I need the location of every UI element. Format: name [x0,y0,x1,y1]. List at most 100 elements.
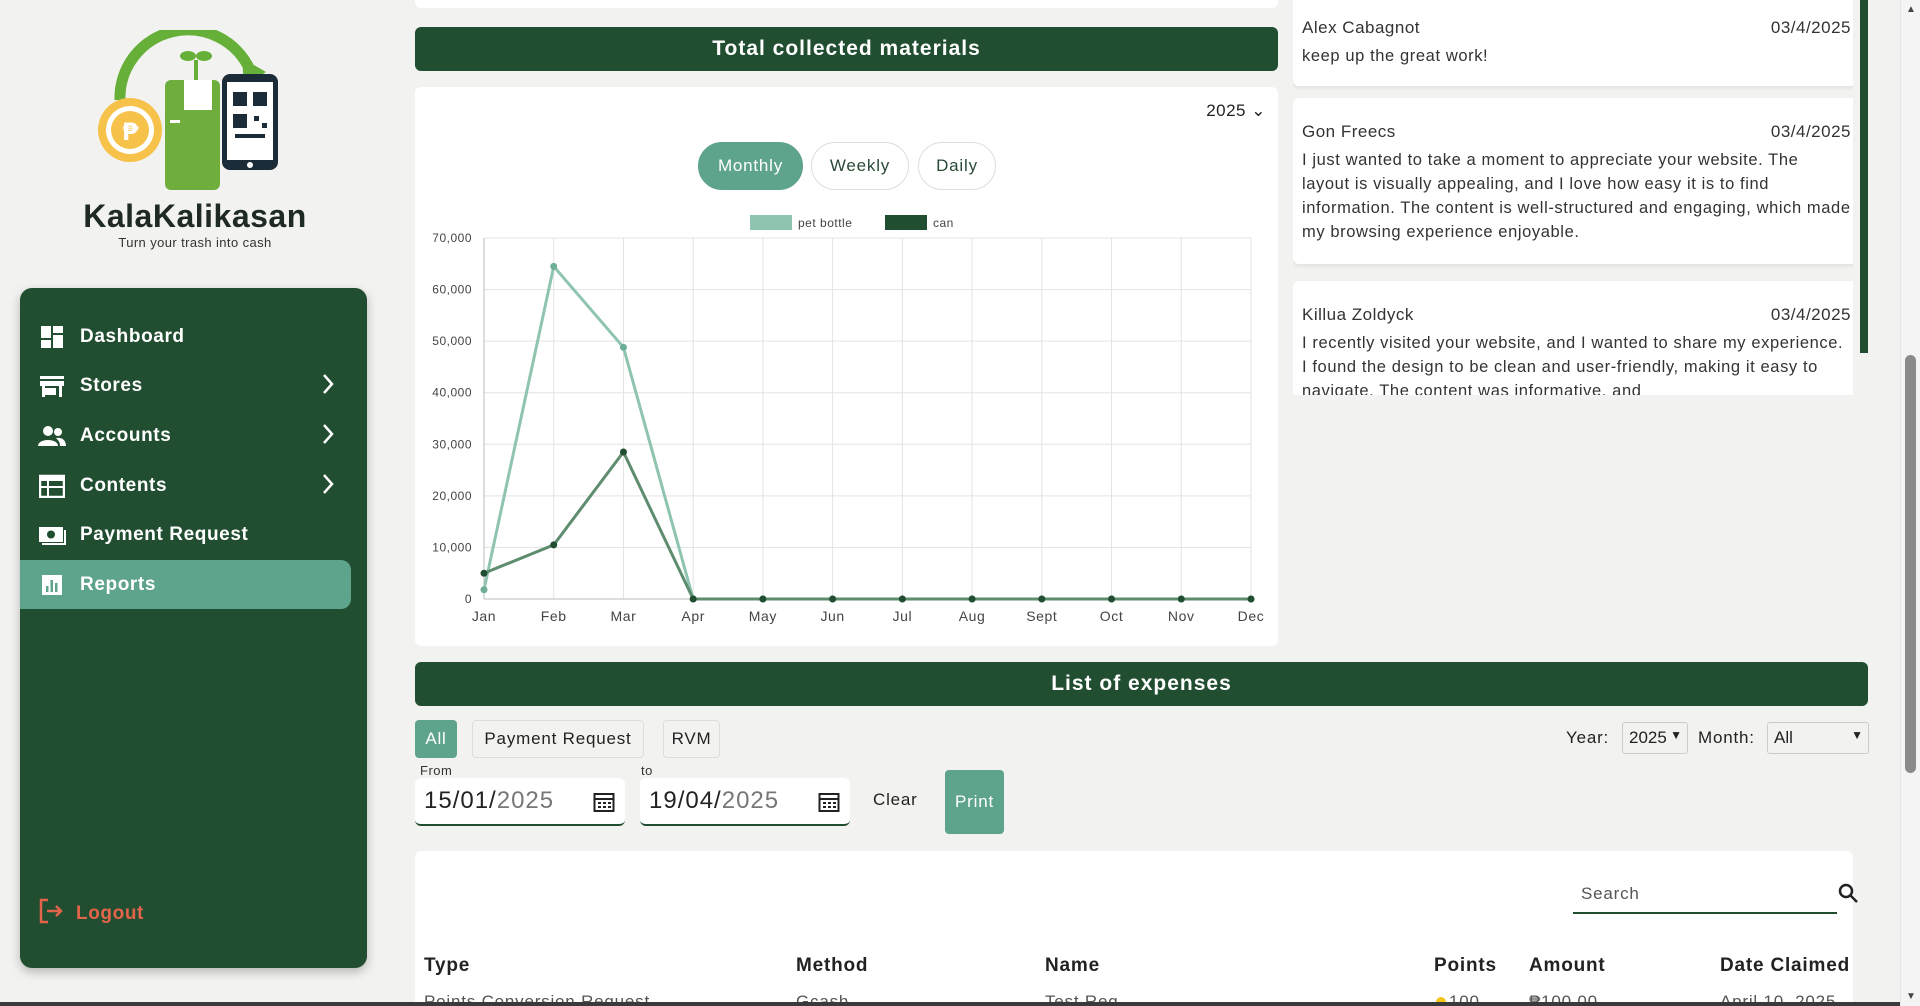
nav-item-contents[interactable]: Contents [20,461,351,510]
comments-scrollbar[interactable] [1860,0,1868,353]
data-point [1038,595,1046,603]
data-point [968,595,976,603]
nav-label: Accounts [80,424,172,446]
chevron-right-icon[interactable] [321,423,335,451]
comment-card: Alex Cabagnot 03/4/2025 keep up the great… [1293,0,1853,86]
data-point [1247,595,1255,603]
x-tick-label: Dec [1238,608,1265,624]
x-tick-label: Feb [541,608,567,624]
previous-card-edge [415,0,1278,8]
brand-tagline: Turn your trash into cash [118,235,272,250]
series-line-can [483,449,1251,601]
data-point [619,343,627,351]
data-point [480,569,488,577]
nav-panel: Dashboard Stores Accounts Contents Payme… [20,288,367,968]
comment-date: 03/4/2025 [1770,122,1851,141]
y-tick-label: 60,000 [432,283,472,297]
data-point [1108,595,1116,603]
chevron-down-icon: ▼ [1670,728,1682,742]
sidebar: ₱ KalaKalikasan Turn your trash into cas… [0,0,398,1006]
nav-item-stores[interactable]: Stores [20,361,351,410]
users-icon [38,422,66,450]
to-date-input[interactable]: 19/04/2025 [640,778,850,826]
series-line-pet-bottle [482,263,1251,601]
to-date-daymonth: 19/04/ [649,787,722,814]
from-date-daymonth: 15/01/ [424,787,497,814]
column-header-type[interactable]: Type [424,955,470,977]
x-tick-label: Aug [959,608,986,624]
chevron-right-icon[interactable] [321,373,335,401]
scrollbar-thumb[interactable] [1905,355,1916,773]
month-select[interactable]: All ▼ [1767,722,1869,754]
year-label: Year: [1566,728,1610,747]
scroll-up-icon[interactable]: ▲ [1906,4,1916,15]
payment-icon [38,521,66,549]
chevron-down-icon: ▼ [1851,728,1863,742]
column-header-name[interactable]: Name [1045,955,1100,977]
scroll-down-icon[interactable]: ▼ [1906,991,1916,1002]
comments-panel: Alex Cabagnot 03/4/2025 keep up the great… [1293,0,1853,395]
comment-card: Killua Zoldyck 03/4/2025 I recently visit… [1293,281,1853,395]
month-label: Month: [1698,728,1755,747]
y-tick-label: 30,000 [432,437,472,451]
nav-label: Contents [80,474,168,496]
reports-icon [38,571,66,599]
expenses-section-title: List of expenses [415,662,1868,706]
search-icon[interactable] [1837,882,1859,909]
y-tick-label: 50,000 [432,334,472,348]
data-point [898,595,906,603]
x-tick-label: Jul [893,608,913,624]
comment-date: 03/4/2025 [1770,18,1851,37]
to-date-year: 2025 [721,787,780,814]
calendar-icon[interactable] [818,791,840,820]
brand-name: KalaKalikasan [83,198,307,234]
chart-section-title: Total collected materials [415,27,1278,71]
column-header-date-claimed[interactable]: Date Claimed [1720,955,1850,977]
nav-item-dashboard[interactable]: Dashboard [20,312,351,361]
comment-text: keep up the great work! [1302,47,1489,65]
comment-text: I recently visited your website, and I w… [1302,334,1844,395]
comment-card: Gon Freecs 03/4/2025 I just wanted to tak… [1293,98,1853,264]
chevron-right-icon[interactable] [321,473,335,501]
horizontal-scrollbar[interactable] [0,1002,1900,1006]
column-header-method[interactable]: Method [796,955,868,977]
comment-author: Alex Cabagnot [1302,18,1421,37]
print-button[interactable]: Print [945,770,1004,834]
clear-button[interactable]: Clear [873,790,918,810]
legend-label: can [933,216,954,230]
svg-text:₱: ₱ [122,118,139,146]
nav-label: Reports [80,573,156,595]
page-scrollbar[interactable]: ▲ ▼ [1900,0,1920,1006]
x-tick-label: Jan [472,608,496,624]
nav-item-payment-request[interactable]: Payment Request [20,510,351,559]
filter-all[interactable]: All [415,720,457,758]
data-point [829,595,837,603]
filter-rvm[interactable]: RVM [663,720,720,758]
contents-icon [38,472,66,500]
nav-item-accounts[interactable]: Accounts [20,411,351,460]
from-date-input[interactable]: 15/01/2025 [415,778,625,826]
logout-icon [38,898,64,930]
logout-button[interactable]: Logout [38,898,144,930]
filter-payment-request[interactable]: Payment Request [472,720,644,758]
year-select[interactable]: 2025 ▼ [1622,722,1688,754]
from-label: From [420,763,453,778]
legend-swatch [885,215,927,230]
from-date-year: 2025 [496,787,555,814]
nav-item-reports[interactable]: Reports [20,560,351,609]
data-point [619,448,627,456]
year-select-value: 2025 [1629,728,1667,747]
calendar-icon[interactable] [593,791,615,820]
y-tick-label: 0 [465,592,472,606]
data-point [759,595,767,603]
search-input[interactable]: Search [1573,876,1837,914]
x-tick-label: Jun [820,608,844,624]
data-point [480,586,488,594]
legend-label: pet bottle [798,216,852,230]
data-point [550,541,558,549]
column-header-points[interactable]: Points [1434,955,1497,977]
chart-card: 2025 ⌄ Monthly Weekly Daily 0 10,000 20,00… [415,87,1278,646]
column-header-amount[interactable]: Amount [1529,955,1606,977]
y-tick-label: 40,000 [432,386,472,400]
data-point [689,595,697,603]
